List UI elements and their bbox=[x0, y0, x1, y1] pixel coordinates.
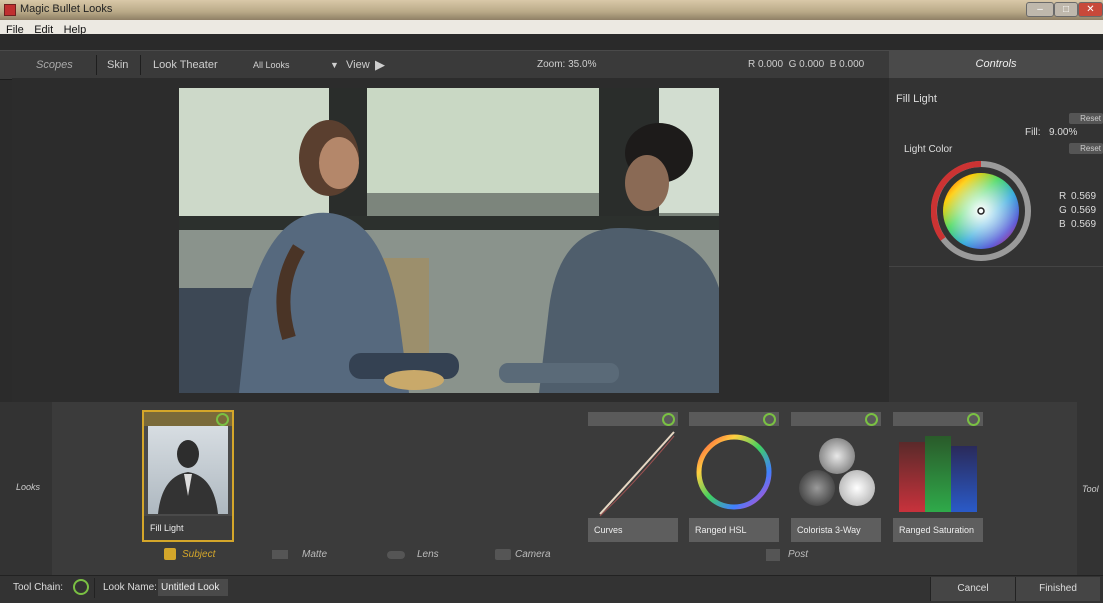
light-color-wheel[interactable] bbox=[930, 160, 1031, 261]
three-way-wheels-icon bbox=[799, 438, 875, 506]
matte-category-icon[interactable] bbox=[272, 550, 288, 559]
g-label: G bbox=[1059, 205, 1067, 216]
look-theater-tab[interactable]: Look Theater bbox=[153, 51, 218, 79]
fill-light-tool-tile[interactable]: Fill Light bbox=[142, 410, 234, 542]
category-post[interactable]: Post bbox=[788, 549, 808, 560]
fill-reset-button[interactable]: Reset bbox=[1069, 113, 1103, 124]
hue-ring-icon bbox=[696, 434, 772, 510]
play-icon[interactable]: ▶ bbox=[375, 51, 385, 79]
tools-side-label[interactable]: Tool bbox=[1082, 484, 1099, 494]
curves-tool-tile[interactable]: Curves bbox=[588, 412, 678, 542]
category-subject[interactable]: Subject bbox=[182, 549, 215, 560]
tool-chain-label: Tool Chain: bbox=[13, 582, 64, 593]
scopes-tab[interactable]: Scopes bbox=[36, 51, 73, 79]
person-silhouette-icon bbox=[158, 440, 218, 514]
power-icon[interactable] bbox=[967, 413, 980, 426]
dropdown-arrow-icon[interactable]: ▼ bbox=[330, 51, 339, 79]
maximize-button[interactable]: □ bbox=[1054, 2, 1078, 17]
title-bar: Magic Bullet Looks – □ ✕ bbox=[0, 0, 1103, 20]
finished-button[interactable]: Finished bbox=[1015, 577, 1100, 601]
r-value[interactable]: 0.569 bbox=[1071, 191, 1096, 202]
fill-label: Fill: bbox=[1025, 127, 1041, 138]
camera-category-icon[interactable] bbox=[495, 549, 511, 560]
ranged-saturation-tool-tile[interactable]: Ranged Saturation bbox=[893, 412, 983, 542]
top-spacer bbox=[0, 34, 1103, 50]
video-frame-image bbox=[179, 88, 719, 393]
tile-thumbnail bbox=[148, 426, 228, 514]
category-lens[interactable]: Lens bbox=[417, 549, 439, 560]
lens-category-icon[interactable] bbox=[387, 551, 405, 559]
curves-icon bbox=[599, 431, 675, 517]
toolbar-divider bbox=[96, 55, 97, 75]
view-button[interactable]: View bbox=[346, 51, 370, 79]
saturation-bars-icon bbox=[899, 436, 977, 512]
power-icon[interactable] bbox=[216, 413, 229, 426]
tile-label: Colorista 3-Way bbox=[791, 518, 881, 542]
menu-bar: File Edit Help bbox=[0, 20, 1103, 36]
cancel-button[interactable]: Cancel bbox=[930, 577, 1015, 601]
category-camera[interactable]: Camera bbox=[515, 549, 551, 560]
close-button[interactable]: ✕ bbox=[1078, 2, 1103, 17]
tile-header bbox=[893, 412, 983, 426]
tile-header bbox=[791, 412, 881, 426]
power-icon[interactable] bbox=[763, 413, 776, 426]
look-name-label: Look Name: bbox=[103, 582, 157, 593]
tool-name: Fill Light bbox=[896, 93, 937, 105]
tile-label: Fill Light bbox=[144, 516, 232, 540]
zoom-readout: Zoom: 35.0% bbox=[537, 59, 597, 70]
skin-tab[interactable]: Skin bbox=[107, 51, 128, 79]
looks-filter-dropdown[interactable]: All Looks bbox=[253, 51, 290, 79]
status-divider bbox=[94, 578, 95, 598]
tile-header bbox=[689, 412, 779, 426]
color-reset-button[interactable]: Reset bbox=[1069, 143, 1103, 154]
toolbar-divider bbox=[140, 55, 141, 75]
tile-label: Ranged HSL bbox=[689, 518, 779, 542]
panel-divider bbox=[889, 266, 1103, 267]
g-value[interactable]: 0.569 bbox=[1071, 205, 1096, 216]
controls-panel: Fill Light Reset Fill: 9.00% Light Color… bbox=[889, 78, 1103, 402]
power-icon[interactable] bbox=[865, 413, 878, 426]
post-category-icon[interactable] bbox=[766, 549, 780, 561]
ranged-hsl-tool-tile[interactable]: Ranged HSL bbox=[689, 412, 779, 542]
tile-header bbox=[144, 412, 232, 426]
window-title: Magic Bullet Looks bbox=[20, 3, 113, 15]
b-value[interactable]: 0.569 bbox=[1071, 219, 1096, 230]
power-icon[interactable] bbox=[662, 413, 675, 426]
subject-category-icon[interactable] bbox=[164, 548, 176, 560]
colorista-3way-tool-tile[interactable]: Colorista 3-Way bbox=[791, 412, 881, 542]
tile-label: Curves bbox=[588, 518, 678, 542]
r-label: R bbox=[1059, 191, 1067, 202]
color-wheel-icon bbox=[930, 160, 1031, 261]
tile-label: Ranged Saturation bbox=[893, 518, 983, 542]
tile-header bbox=[588, 412, 678, 426]
rgb-readout: R 0.000 G 0.000 B 0.000 bbox=[748, 59, 865, 70]
minimize-button[interactable]: – bbox=[1026, 2, 1054, 17]
controls-header: Controls bbox=[889, 50, 1103, 78]
look-name-input[interactable]: Untitled Look bbox=[158, 579, 228, 596]
app-icon bbox=[4, 4, 16, 16]
b-label: B bbox=[1059, 219, 1066, 230]
looks-side-label[interactable]: Looks bbox=[16, 482, 40, 492]
fill-value[interactable]: 9.00% bbox=[1049, 127, 1077, 138]
video-frame[interactable] bbox=[179, 88, 719, 393]
category-matte[interactable]: Matte bbox=[302, 549, 327, 560]
light-color-label: Light Color bbox=[904, 144, 953, 155]
tool-chain-power-icon[interactable] bbox=[73, 579, 89, 595]
